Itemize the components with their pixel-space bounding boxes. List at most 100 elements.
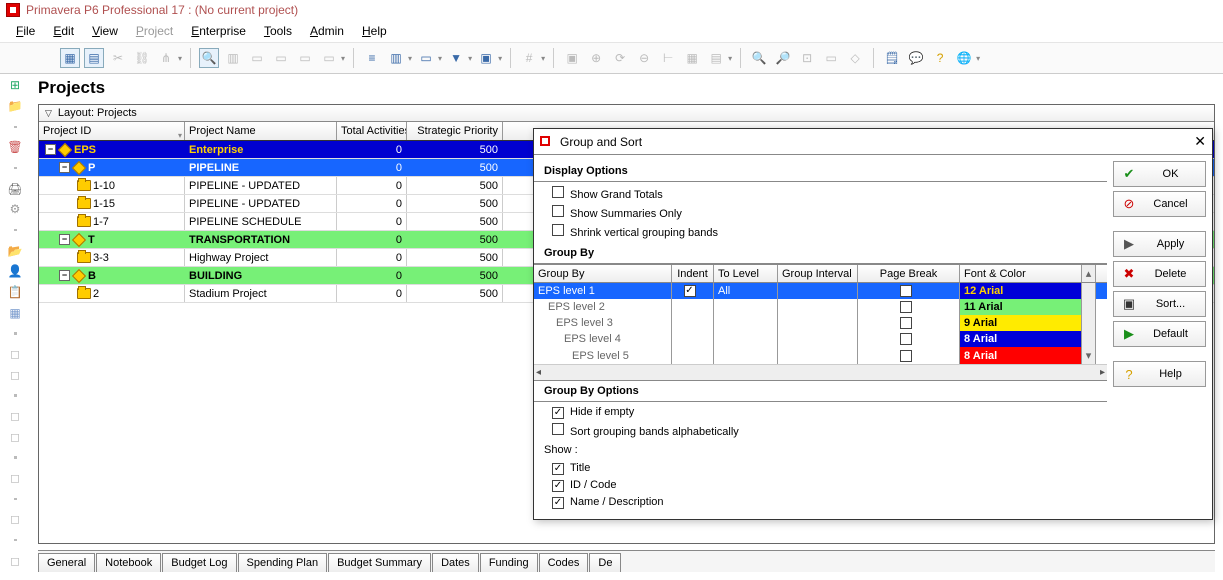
font-color-cell[interactable]: 9 Arial [960,315,1082,331]
delete-button[interactable]: ✖Delete [1113,261,1206,287]
toolbar-icon-filter[interactable]: ▼ [446,48,466,68]
checkbox-icon[interactable] [900,317,912,329]
rail-icon-a[interactable]: ◻ [6,347,24,362]
chevron-down-icon[interactable]: ▾ [976,54,980,63]
group-interval-cell[interactable] [778,299,858,315]
group-interval-cell[interactable] [778,347,858,364]
toolbar-icon-group[interactable]: ≡ [362,48,382,68]
tab-budget-log[interactable]: Budget Log [162,553,236,572]
rail-icon-c[interactable]: ◻ [6,409,24,424]
tab-notebook[interactable]: Notebook [96,553,161,572]
groupby-row[interactable]: EPS level 3 9 Arial [534,315,1107,331]
rail-icon-add[interactable]: ⊞ [6,78,24,93]
checkbox-icon[interactable] [552,205,564,217]
checkbox-icon[interactable] [552,497,564,509]
toolbar-icon-zoom-out[interactable]: 🔎 [773,48,793,68]
tab-codes[interactable]: Codes [539,553,589,572]
default-button[interactable]: ▶Default [1113,321,1206,347]
tab-budget-summary[interactable]: Budget Summary [328,553,431,572]
sort-button[interactable]: ▣Sort... [1113,291,1206,317]
rail-icon-clipboard[interactable]: 📋 [6,285,24,300]
groupby-level-label[interactable]: EPS level 3 [534,315,672,331]
checkbox-icon[interactable] [552,186,564,198]
layout-bar[interactable]: ▽ Layout: Projects [39,105,1214,122]
checkbox-icon[interactable] [900,350,912,362]
gb-scroll-down-icon[interactable]: ▾ [1082,347,1096,364]
tab-dates[interactable]: Dates [432,553,479,572]
show-option[interactable]: ID / Code [552,479,1097,492]
cancel-button[interactable]: ⊘Cancel [1113,191,1206,217]
to-level-cell[interactable]: All [714,283,778,299]
font-color-cell[interactable]: 8 Arial [960,331,1082,347]
checkbox-icon[interactable] [900,301,912,313]
show-option[interactable]: Title [552,462,1097,475]
font-color-cell[interactable]: 11 Arial [960,299,1082,315]
menu-help[interactable]: Help [354,22,395,40]
to-level-cell[interactable] [714,331,778,347]
rail-icon-g[interactable]: ◻ [6,553,24,568]
col-header-project-id[interactable]: Project ID▾ [39,122,185,140]
gb-col-pagebreak[interactable]: Page Break [858,265,960,282]
toolbar-icon-bars[interactable]: ▭ [416,48,436,68]
col-header-strategic-priority[interactable]: Strategic Priority [407,122,503,140]
ok-button[interactable]: ✔OK [1113,161,1206,187]
help-button[interactable]: ?Help [1113,361,1206,387]
rail-icon-open[interactable]: 📂 [6,243,24,258]
toolbar-icon-chat[interactable]: 💬 [906,48,926,68]
rail-icon-b[interactable]: ◻ [6,368,24,383]
gb-scroll-track[interactable] [1082,299,1096,315]
group-interval-cell[interactable] [778,315,858,331]
groupby-level-label[interactable]: EPS level 2 [534,299,672,315]
gb-col-indent[interactable]: Indent [672,265,714,282]
checkbox-icon[interactable] [552,407,564,419]
rail-icon-grid[interactable]: ▦ [6,306,24,321]
expand-icon[interactable]: − [59,234,70,245]
toolbar-icon-help[interactable]: ? [930,48,950,68]
show-option[interactable]: Name / Description [552,496,1097,509]
chevron-down-icon[interactable]: ▾ [468,54,472,63]
display-option[interactable]: Show Summaries Only [552,205,1097,220]
chevron-down-icon[interactable]: ▾ [498,54,502,63]
menu-admin[interactable]: Admin [302,22,352,40]
gb-col-groupby[interactable]: Group By [534,265,672,282]
to-level-cell[interactable] [714,299,778,315]
rail-icon-del[interactable]: 🗑 [6,140,24,155]
rail-icon-folder[interactable]: 📁 [6,99,24,114]
toolbar-icon-grid-a[interactable]: ▦ [60,48,80,68]
gb-scroll-track[interactable] [1082,315,1096,331]
toolbar-icon-zoom-in[interactable]: 🔍 [749,48,769,68]
groupby-row[interactable]: EPS level 48 Arial [534,331,1107,347]
groupby-row[interactable]: EPS level 2 11 Arial [534,299,1107,315]
gb-scroll-track[interactable] [1082,331,1096,347]
tab-funding[interactable]: Funding [480,553,538,572]
gb-scroll-track[interactable] [1082,283,1096,299]
menu-edit[interactable]: Edit [45,22,82,40]
checkbox-icon[interactable] [552,463,564,475]
toolbar-icon-cols[interactable]: ▥ [386,48,406,68]
font-color-cell[interactable]: 8 Arial [960,347,1082,364]
checkbox-icon[interactable] [900,285,912,297]
toolbar-icon-note[interactable]: 🗒 [882,48,902,68]
chevron-down-icon[interactable]: ▾ [408,54,412,63]
chevron-down-icon[interactable]: ▾ [178,54,182,63]
checkbox-icon[interactable] [900,333,912,345]
toolbar-icon-grid-b[interactable]: ▤ [84,48,104,68]
menu-tools[interactable]: Tools [256,22,300,40]
gb-col-groupinterval[interactable]: Group Interval [778,265,858,282]
expand-icon[interactable]: − [59,162,70,173]
toolbar-icon-find[interactable]: 🔍 [199,48,219,68]
tab-de[interactable]: De [589,553,621,572]
groupby-level-label[interactable]: EPS level 1 [534,283,672,299]
col-header-project-name[interactable]: Project Name [185,122,337,140]
chevron-down-icon[interactable]: ▾ [438,54,442,63]
groupby-level-label[interactable]: EPS level 5 [534,347,672,364]
tab-general[interactable]: General [38,553,95,572]
display-option[interactable]: Show Grand Totals [552,186,1097,201]
menu-view[interactable]: View [84,22,126,40]
to-level-cell[interactable] [714,347,778,364]
expand-icon[interactable]: − [59,270,70,281]
checkbox-icon[interactable] [684,285,696,297]
rail-icon-e[interactable]: ◻ [6,471,24,486]
gb-col-fontcolor[interactable]: Font & Color [960,265,1082,282]
close-icon[interactable]: ✕ [1194,133,1206,150]
